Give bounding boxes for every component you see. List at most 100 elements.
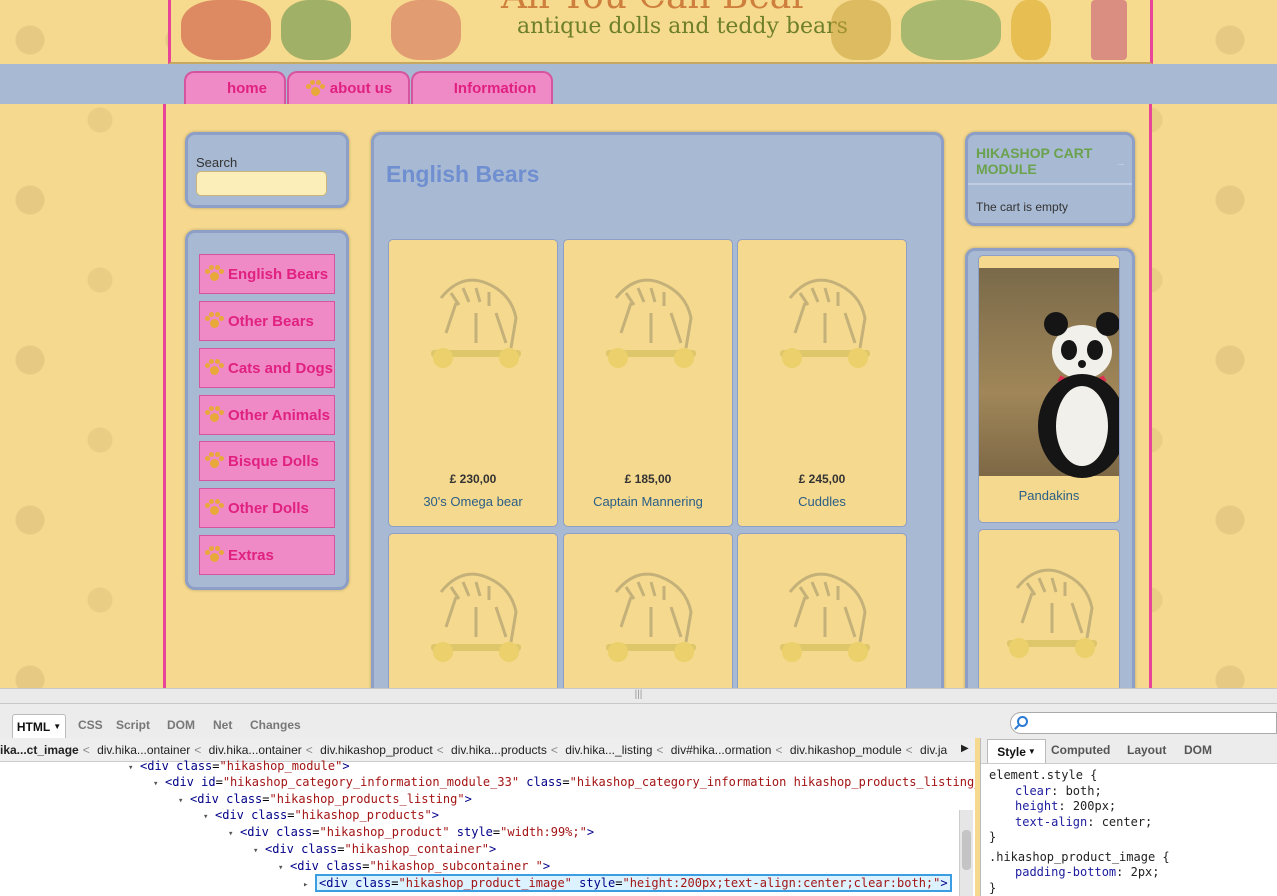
scrollbar-thumb[interactable] bbox=[962, 830, 971, 870]
attr-name[interactable]: class bbox=[355, 876, 391, 890]
selected-node[interactable]: <div class="hikashop_product_image" styl… bbox=[315, 874, 952, 892]
breadcrumb-item[interactable]: div.hikashop_product bbox=[320, 743, 433, 757]
attr-name[interactable]: style bbox=[457, 825, 493, 839]
attr-name[interactable]: class bbox=[251, 808, 287, 822]
node-markup[interactable]: <div class="hikashop_subcontainer "> bbox=[290, 859, 550, 873]
css-rule-end[interactable]: } bbox=[989, 881, 996, 895]
breadcrumb-item[interactable]: div.hika...ontainer bbox=[97, 743, 190, 757]
css-property[interactable]: height: 200px; bbox=[1015, 799, 1116, 813]
product-name-link[interactable]: Cuddles bbox=[738, 494, 906, 509]
product-card[interactable]: Pandakins bbox=[978, 255, 1120, 523]
attr-value[interactable]: "hikashop_container" bbox=[345, 842, 490, 856]
css-property-value[interactable]: both; bbox=[1066, 784, 1102, 798]
css-property-name[interactable]: text-align bbox=[1015, 815, 1087, 829]
expand-icon[interactable]: ▸ bbox=[303, 877, 315, 893]
attr-name[interactable]: class bbox=[176, 759, 212, 773]
category-other-animals[interactable]: Other Animals bbox=[199, 395, 335, 435]
node-markup[interactable]: <div id="hikashop_category_information_m… bbox=[165, 775, 975, 789]
css-property[interactable]: text-align: center; bbox=[1015, 815, 1152, 829]
attr-name[interactable]: class bbox=[226, 792, 262, 806]
breadcrumb-item[interactable]: div#hika...ormation bbox=[671, 743, 772, 757]
attr-name[interactable]: id bbox=[201, 775, 215, 789]
attr-name[interactable]: class bbox=[276, 825, 312, 839]
collapse-icon[interactable]: ▾ bbox=[128, 760, 140, 776]
collapse-icon[interactable]: ▾ bbox=[153, 776, 165, 792]
product-card[interactable] bbox=[388, 533, 558, 688]
category-other-bears[interactable]: Other Bears bbox=[199, 301, 335, 341]
css-property-value[interactable]: 2px; bbox=[1131, 865, 1160, 879]
product-card[interactable]: £ 230,00 30's Omega bear bbox=[388, 239, 558, 527]
attr-value[interactable]: "hikashop_products" bbox=[295, 808, 432, 822]
dom-node-line[interactable]: ▾ <div class="hikashop_module"> bbox=[128, 758, 350, 775]
product-card[interactable] bbox=[563, 533, 733, 688]
css-property[interactable]: padding-bottom: 2px; bbox=[1015, 865, 1160, 879]
nav-about-us[interactable]: about us bbox=[287, 71, 410, 104]
devtools-search-input[interactable] bbox=[1010, 712, 1277, 734]
scrollbar[interactable] bbox=[959, 810, 973, 896]
product-card[interactable]: £ 245,00 Cuddles bbox=[737, 239, 907, 527]
dom-node-line[interactable]: ▾ <div class="hikashop_products"> bbox=[203, 807, 439, 824]
cart-toggle[interactable]: – bbox=[1118, 159, 1124, 170]
dom-node-line[interactable]: ▾ <div id="hikashop_category_information_… bbox=[153, 774, 975, 791]
product-card[interactable] bbox=[978, 529, 1120, 688]
tab-layout[interactable]: Layout bbox=[1127, 743, 1166, 757]
panda-bear-photo[interactable] bbox=[979, 268, 1119, 478]
category-bisque-dolls[interactable]: Bisque Dolls bbox=[199, 441, 335, 481]
attr-value[interactable]: "hikashop_subcontainer " bbox=[370, 859, 543, 873]
attr-name[interactable]: class bbox=[526, 775, 562, 789]
css-property-name[interactable]: height bbox=[1015, 799, 1058, 813]
dom-node-line[interactable]: ▾ <div class="hikashop_products_listing"> bbox=[178, 791, 472, 808]
tab-changes[interactable]: Changes bbox=[250, 718, 301, 732]
node-markup[interactable]: <div class="hikashop_products"> bbox=[215, 808, 439, 822]
category-cats-and-dogs[interactable]: Cats and Dogs bbox=[199, 348, 335, 388]
node-markup[interactable]: <div class="hikashop_products_listing"> bbox=[190, 792, 472, 806]
tab-dom-side[interactable]: DOM bbox=[1184, 743, 1212, 757]
node-markup[interactable]: <div class="hikashop_module"> bbox=[140, 759, 350, 773]
product-name-link[interactable]: Pandakins bbox=[979, 488, 1119, 503]
product-card[interactable] bbox=[737, 533, 907, 688]
category-extras[interactable]: Extras bbox=[199, 535, 335, 575]
attr-name[interactable]: class bbox=[326, 859, 362, 873]
node-markup[interactable]: <div class="hikashop_container"> bbox=[265, 842, 496, 856]
dom-node-line[interactable]: ▸ <div class="hikashop_product_image" sty… bbox=[303, 874, 952, 893]
tab-computed[interactable]: Computed bbox=[1051, 743, 1110, 757]
dom-node-line[interactable]: ▾ <div class="hikashop_product" style="wi… bbox=[228, 824, 594, 841]
category-other-dolls[interactable]: Other Dolls bbox=[199, 488, 335, 528]
dom-node-line[interactable]: ▾ <div class="hikashop_subcontainer "> bbox=[278, 858, 550, 875]
css-property-name[interactable]: clear bbox=[1015, 784, 1051, 798]
product-name-link[interactable]: 30's Omega bear bbox=[389, 494, 557, 509]
breadcrumb-item[interactable]: ika...ct_image bbox=[0, 743, 79, 757]
dom-node-line[interactable]: ▾ <div class="hikashop_container"> bbox=[253, 841, 496, 858]
css-property-value[interactable]: 200px; bbox=[1073, 799, 1116, 813]
category-english-bears[interactable]: English Bears bbox=[199, 254, 335, 294]
breadcrumb-item[interactable]: div.hika...products bbox=[451, 743, 547, 757]
attr-name[interactable]: style bbox=[579, 876, 615, 890]
nav-information[interactable]: Information bbox=[411, 71, 553, 104]
collapse-icon[interactable]: ▾ bbox=[278, 860, 290, 876]
breadcrumb-next-button[interactable]: ▶ bbox=[961, 743, 969, 754]
product-card[interactable]: £ 185,00 Captain Mannering bbox=[563, 239, 733, 527]
attr-value[interactable]: "width:99%;" bbox=[500, 825, 587, 839]
tab-html[interactable]: HTML ▼ bbox=[12, 714, 66, 738]
attr-value[interactable]: "height:200px;text-align:center;clear:bo… bbox=[622, 876, 940, 890]
collapse-icon[interactable]: ▾ bbox=[228, 826, 240, 842]
breadcrumb-item[interactable]: div.ja bbox=[920, 743, 947, 757]
tab-net[interactable]: Net bbox=[213, 718, 232, 732]
attr-value[interactable]: "hikashop_category_information hikashop_… bbox=[570, 775, 975, 789]
node-markup[interactable]: <div class="hikashop_product" style="wid… bbox=[240, 825, 594, 839]
breadcrumb-item[interactable]: div.hika..._listing bbox=[565, 743, 652, 757]
css-property-name[interactable]: padding-bottom bbox=[1015, 865, 1116, 879]
tab-dom[interactable]: DOM bbox=[167, 718, 195, 732]
attr-value[interactable]: "hikashop_product_image" bbox=[399, 876, 572, 890]
css-selector[interactable]: element.style { bbox=[989, 768, 1097, 782]
product-name-link[interactable]: Captain Mannering bbox=[564, 494, 732, 509]
attr-value[interactable]: "hikashop_category_information_module_33… bbox=[223, 775, 519, 789]
attr-value[interactable]: "hikashop_module" bbox=[220, 759, 343, 773]
nav-home[interactable]: home bbox=[184, 71, 286, 104]
css-rule-end[interactable]: } bbox=[989, 830, 996, 844]
search-input[interactable] bbox=[196, 171, 327, 196]
collapse-icon[interactable]: ▾ bbox=[178, 793, 190, 809]
collapse-icon[interactable]: ▾ bbox=[203, 809, 215, 825]
attr-name[interactable]: class bbox=[301, 842, 337, 856]
css-property[interactable]: clear: both; bbox=[1015, 784, 1102, 798]
